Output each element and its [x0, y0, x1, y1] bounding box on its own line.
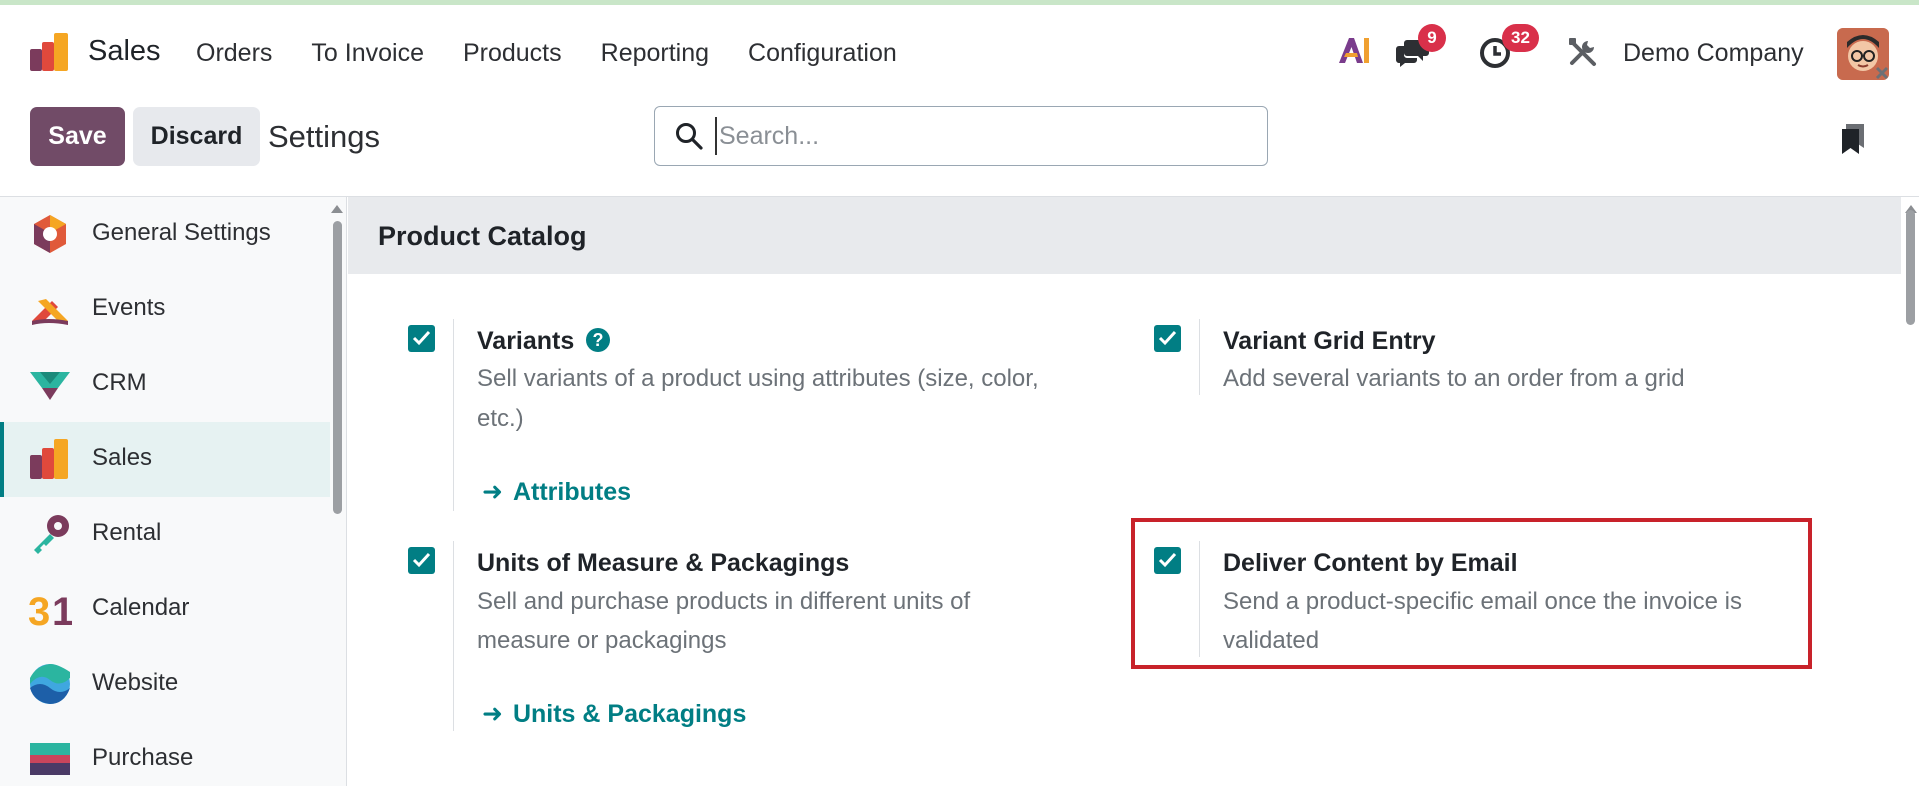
setting-separator: [453, 541, 454, 731]
content-scrollbar[interactable]: [1906, 210, 1915, 325]
section-title: Product Catalog: [378, 221, 587, 251]
ai-icon[interactable]: [1336, 33, 1370, 67]
sidebar-item-sales[interactable]: Sales: [0, 422, 330, 497]
svg-text:1: 1: [52, 590, 72, 631]
messages-count-badge: 9: [1418, 24, 1446, 52]
website-icon: [30, 664, 70, 704]
sidebar-scrollbar[interactable]: [333, 221, 342, 514]
sidebar-item-calendar[interactable]: 3 1 Calendar: [0, 572, 330, 647]
search-icon: [676, 123, 703, 150]
sidebar-item-purchase[interactable]: Purchase: [0, 722, 330, 786]
page-title: Settings: [268, 119, 381, 154]
sidebar-item-label: Rental: [92, 519, 162, 546]
sidebar-item-rental[interactable]: Rental: [0, 497, 330, 572]
section-header: Product Catalog: [348, 197, 1901, 274]
setting-separator: [1199, 319, 1200, 395]
variants-checkbox[interactable]: [408, 325, 435, 352]
settings-content: Product Catalog Variants ? Sell variants…: [348, 197, 1901, 786]
menu-reporting[interactable]: Reporting: [601, 39, 709, 68]
save-button[interactable]: Save: [30, 107, 125, 166]
link-label: Units & Packagings: [512, 700, 747, 728]
uom-title: Units of Measure & Packagings: [477, 549, 850, 577]
sidebar-item-events[interactable]: Events: [0, 272, 330, 347]
highlight-annotation: [1131, 518, 1812, 669]
company-switcher[interactable]: Demo Company: [1623, 39, 1804, 68]
purchase-icon: [30, 743, 70, 775]
bookmark-icon[interactable]: [1840, 122, 1866, 156]
sidebar-item-label: Website: [92, 669, 179, 696]
svg-text:3: 3: [28, 590, 50, 631]
check-icon: [412, 330, 431, 346]
menu-orders[interactable]: Orders: [196, 39, 272, 68]
app-name[interactable]: Sales: [88, 35, 161, 68]
menu-products[interactable]: Products: [463, 39, 562, 68]
user-avatar[interactable]: [1837, 28, 1889, 80]
activities-count-badge: 32: [1502, 24, 1539, 52]
arrow-right-icon: ➜: [482, 700, 503, 728]
variants-title: Variants: [477, 327, 575, 355]
uom-description: Sell and purchase products in different …: [477, 588, 971, 615]
navbar: Sales Orders To Invoice Products Reporti…: [0, 5, 1919, 95]
general-settings-icon: [34, 215, 66, 253]
sidebar-scroll-up-icon[interactable]: [331, 205, 343, 213]
sidebar-item-crm[interactable]: CRM: [0, 347, 330, 422]
sidebar-item-label: CRM: [92, 369, 147, 396]
sales-icon: [30, 439, 68, 479]
sidebar-item-label: Calendar: [92, 594, 190, 621]
main-menu: Orders To Invoice Products Reporting Con…: [196, 39, 936, 68]
arrow-right-icon: ➜: [482, 478, 503, 506]
avatar-icon: [1837, 28, 1889, 80]
attributes-link[interactable]: ➜ Attributes: [482, 477, 631, 507]
search-bar[interactable]: [654, 106, 1268, 166]
link-label: Attributes: [512, 478, 632, 506]
menu-to-invoice[interactable]: To Invoice: [311, 39, 424, 68]
sidebar-item-label: Purchase: [92, 744, 194, 771]
settings-sidebar: General Settings Events CRM Sales Rental…: [0, 197, 347, 786]
help-icon[interactable]: ?: [586, 328, 610, 352]
menu-configuration[interactable]: Configuration: [748, 39, 897, 68]
sidebar-item-label: Events: [92, 294, 166, 321]
sidebar-item-general-settings[interactable]: General Settings: [0, 197, 330, 272]
variant-grid-checkbox[interactable]: [1154, 325, 1181, 352]
rental-icon: [34, 515, 69, 554]
sales-app-icon[interactable]: [28, 31, 72, 73]
check-icon: [412, 552, 431, 568]
crm-icon: [30, 372, 70, 400]
check-icon: [1158, 330, 1177, 346]
search-input[interactable]: [715, 117, 1245, 155]
sidebar-item-label: General Settings: [92, 219, 271, 246]
uom-description-cont: measure or packagings: [477, 627, 727, 654]
events-icon: [32, 299, 68, 325]
sidebar-item-label: Sales: [92, 444, 153, 471]
variant-grid-title: Variant Grid Entry: [1223, 327, 1436, 355]
tools-icon[interactable]: [1566, 35, 1600, 69]
uom-checkbox[interactable]: [408, 547, 435, 574]
setting-separator: [453, 319, 454, 511]
variant-grid-description: Add several variants to an order from a …: [1223, 365, 1685, 392]
variants-description: Sell variants of a product using attribu…: [477, 365, 1039, 392]
sidebar-item-website[interactable]: Website: [0, 647, 330, 722]
discard-button[interactable]: Discard: [133, 107, 260, 166]
calendar-icon: 3 1: [28, 590, 72, 631]
units-packagings-link[interactable]: ➜ Units & Packagings: [482, 699, 746, 729]
variants-description-cont: etc.): [477, 405, 524, 432]
